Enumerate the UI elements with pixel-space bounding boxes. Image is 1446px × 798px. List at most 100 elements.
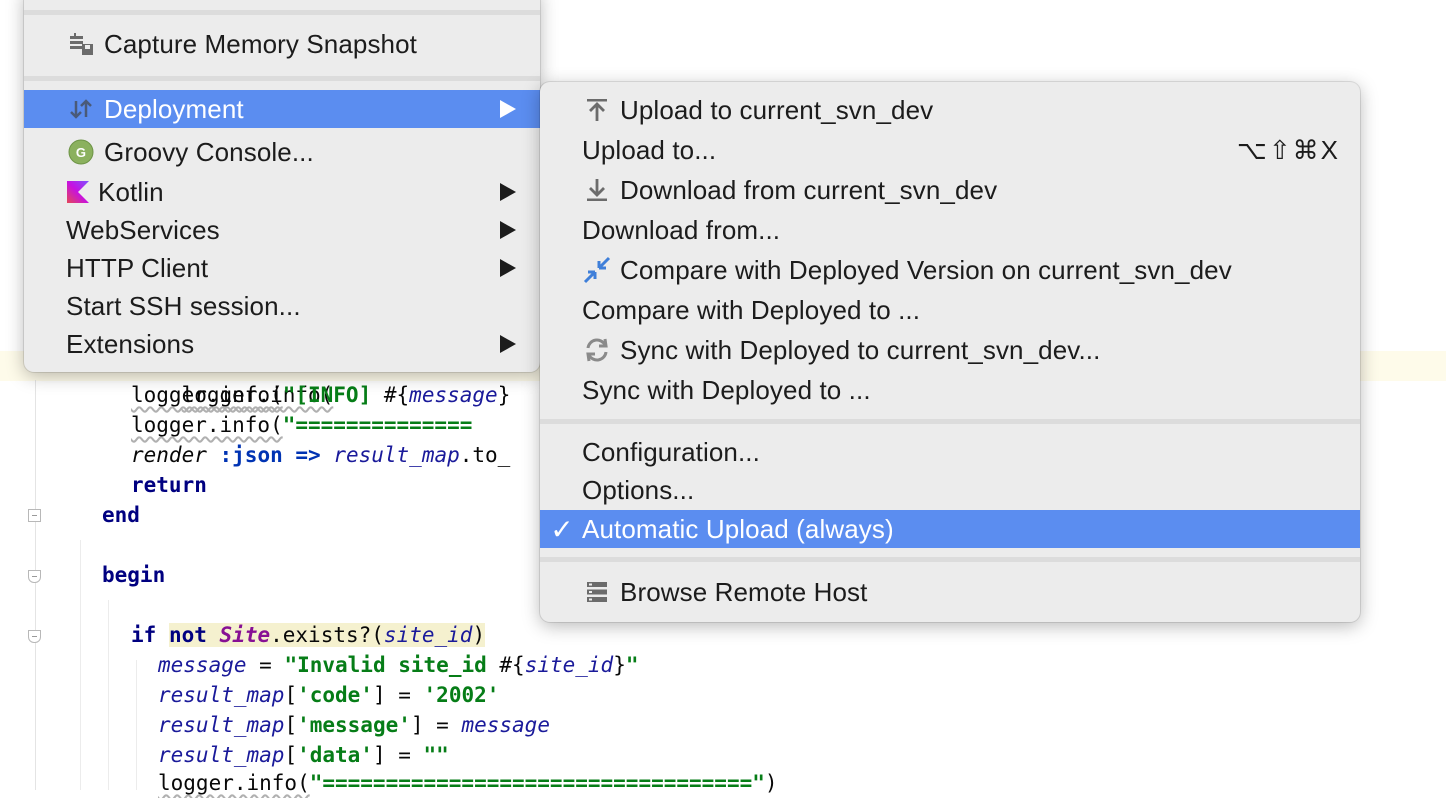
menu-item-label: Upload to current_svn_dev xyxy=(620,94,934,125)
download-icon xyxy=(582,175,612,205)
indent-guide xyxy=(136,660,137,790)
submenu-arrow-icon xyxy=(500,259,516,277)
menu-item-sync-deployed-current[interactable]: Sync with Deployed to current_svn_dev... xyxy=(540,331,1360,369)
code-line: begin xyxy=(102,560,165,590)
menu-item-upload-to[interactable]: Upload to... ⌥⇧⌘X xyxy=(540,131,1360,169)
code-token: #{ xyxy=(383,383,410,407)
code-token: .to_ xyxy=(459,443,511,467)
code-token: => xyxy=(282,443,334,467)
menu-item-download-from-current[interactable]: Download from current_svn_dev xyxy=(540,171,1360,209)
code-token: if xyxy=(131,623,157,647)
menu-item-automatic-upload[interactable]: ✓ Automatic Upload (always) xyxy=(540,510,1360,548)
code-token: message xyxy=(158,653,247,677)
deployment-arrows-icon xyxy=(66,94,96,124)
code-token: "" xyxy=(423,743,449,767)
menu-item-deployment[interactable]: Deployment xyxy=(24,90,540,128)
code-token: } xyxy=(613,653,626,677)
fold-if-marker[interactable] xyxy=(28,630,41,643)
code-line: result_map['data'] = "" xyxy=(158,740,449,770)
menu-item-groovy-console[interactable]: G Groovy Console... xyxy=(24,133,540,171)
menu-item-label: Compare with Deployed Version on current… xyxy=(620,254,1232,285)
compare-icon xyxy=(582,255,612,285)
upload-icon xyxy=(582,95,612,125)
menu-item-compare-deployed-current[interactable]: Compare with Deployed Version on current… xyxy=(540,251,1360,289)
code-token: [ xyxy=(284,743,298,767)
code-line: message = "Invalid site_id #{site_id}" xyxy=(158,650,639,680)
code-token: '2002' xyxy=(423,683,500,707)
menu-item-options[interactable]: Options... xyxy=(540,471,1360,509)
editor-gutter xyxy=(35,380,36,790)
code-token: logger.info( xyxy=(158,771,310,795)
menu-separator xyxy=(24,76,540,81)
svg-text:G: G xyxy=(76,145,86,160)
submenu-arrow-icon xyxy=(500,221,516,239)
code-token: message xyxy=(409,383,498,407)
fold-end-marker[interactable] xyxy=(28,509,41,522)
code-token: :json xyxy=(219,443,283,467)
code-token: 'data' xyxy=(297,743,373,767)
menu-item-label: Extensions xyxy=(66,328,195,359)
code-token: ] = xyxy=(372,743,424,767)
code-token: [ xyxy=(284,713,298,737)
code-token: "Invalid site_id xyxy=(284,653,500,677)
code-token: begin xyxy=(102,563,166,587)
code-token: ) xyxy=(764,771,778,795)
code-token: message xyxy=(461,713,550,737)
menu-item-label: Kotlin xyxy=(98,176,164,207)
code-token: result_map xyxy=(158,713,285,737)
code-token: return xyxy=(131,473,207,497)
fold-begin-marker[interactable] xyxy=(28,570,41,583)
code-line: render :json => result_map.to_ xyxy=(131,440,510,470)
memory-snapshot-icon xyxy=(66,29,96,59)
menu-item-extensions[interactable]: Extensions xyxy=(24,325,540,363)
code-token: ] = xyxy=(410,713,462,737)
menu-item-sync-deployed-to[interactable]: Sync with Deployed to ... xyxy=(540,371,1360,409)
menu-item-compare-deployed-to[interactable]: Compare with Deployed to ... xyxy=(540,291,1360,329)
code-line: logger.info("===========================… xyxy=(158,768,778,798)
menu-item-http-client[interactable]: HTTP Client xyxy=(24,249,540,287)
menu-item-label: Capture Memory Snapshot xyxy=(104,28,418,59)
menu-item-label: Sync with Deployed to ... xyxy=(582,374,871,405)
code-token: .exists?( xyxy=(270,623,384,647)
menu-item-label: Deployment xyxy=(104,93,244,124)
menu-item-label: Sync with Deployed to current_svn_dev... xyxy=(620,334,1101,365)
code-line: end xyxy=(102,500,140,530)
code-token: 'code' xyxy=(297,683,373,707)
menu-separator xyxy=(540,557,1360,562)
menu-item-capture-memory-snapshot[interactable]: Capture Memory Snapshot xyxy=(24,25,540,63)
menu-item-upload-to-current[interactable]: Upload to current_svn_dev xyxy=(540,91,1360,129)
code-token: "==================================" xyxy=(309,771,765,795)
deployment-submenu: Upload to current_svn_dev Upload to... ⌥… xyxy=(540,82,1360,622)
menu-item-start-ssh-session[interactable]: Start SSH session... xyxy=(24,287,540,325)
code-token: logger.info( xyxy=(131,383,283,407)
kotlin-icon xyxy=(66,177,90,207)
code-token: #{ xyxy=(499,653,525,677)
menu-item-browse-remote-host[interactable]: Browse Remote Host xyxy=(540,573,1360,611)
code-token: " xyxy=(625,653,639,677)
sync-icon xyxy=(582,335,612,365)
menu-item-webservices[interactable]: WebServices xyxy=(24,211,540,249)
code-token: result_map xyxy=(158,683,285,707)
submenu-arrow-icon xyxy=(500,183,516,201)
submenu-arrow-icon xyxy=(500,335,516,353)
menu-item-download-from[interactable]: Download from... xyxy=(540,211,1360,249)
checkmark-icon: ✓ xyxy=(550,513,574,545)
code-token: 'message' xyxy=(297,713,411,737)
code-line: if not Site.exists?(site_id) xyxy=(131,620,486,650)
code-token: result_map xyxy=(333,443,460,467)
code-token: site_id xyxy=(383,623,473,647)
menu-item-label: Browse Remote Host xyxy=(620,576,868,607)
menu-item-configuration[interactable]: Configuration... xyxy=(540,433,1360,471)
menu-item-kotlin[interactable]: Kotlin xyxy=(24,173,540,211)
code-token: ] = xyxy=(372,683,424,707)
code-token: render xyxy=(131,443,207,467)
menu-item-label: Compare with Deployed to ... xyxy=(582,294,921,325)
menu-item-label: Start SSH session... xyxy=(66,290,301,321)
menu-item-label: Groovy Console... xyxy=(104,136,314,167)
code-token: = xyxy=(246,653,285,677)
menu-item-label: WebServices xyxy=(66,214,220,245)
code-token: "[INFO] xyxy=(282,383,384,407)
menu-item-label: Upload to... xyxy=(582,134,717,165)
code-line: result_map['message'] = message xyxy=(158,710,550,740)
code-line: return xyxy=(131,470,207,500)
